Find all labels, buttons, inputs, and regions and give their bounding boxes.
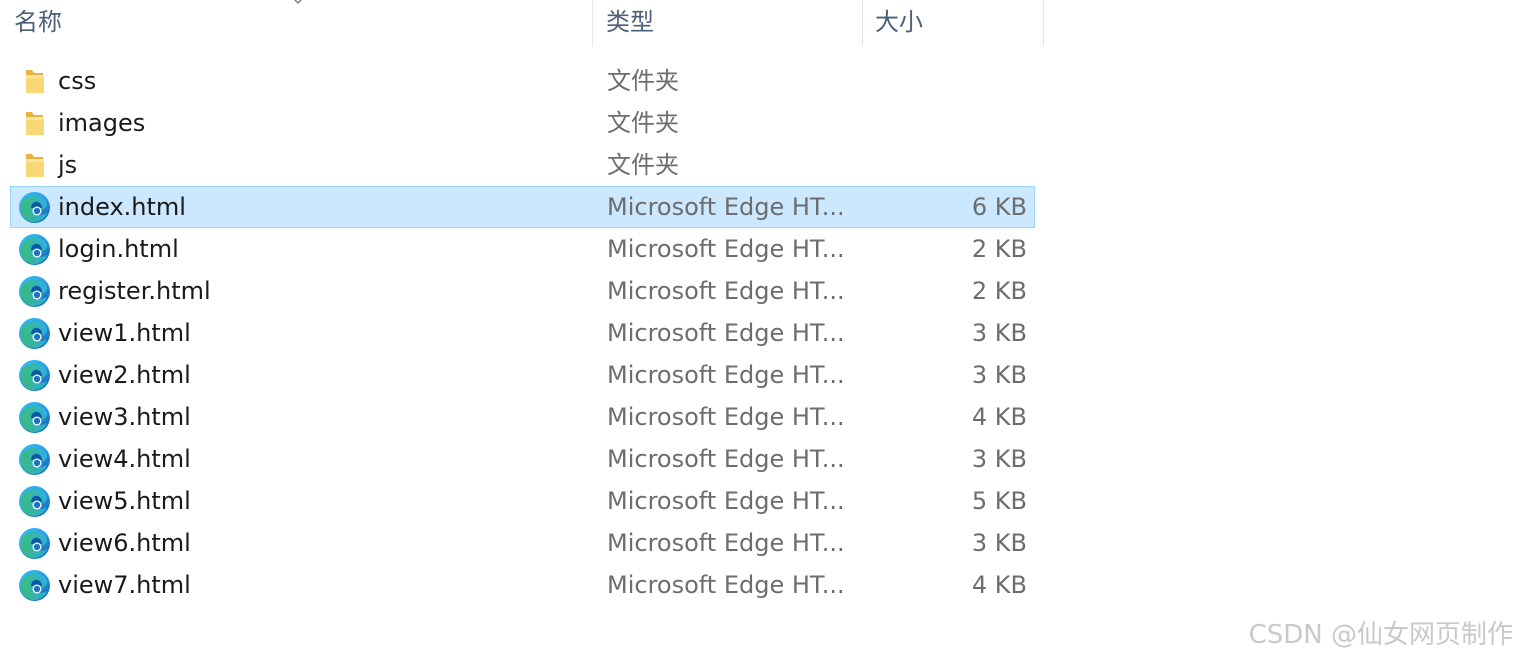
file-type: 文件夹 <box>607 109 679 137</box>
file-name: view7.html <box>58 571 191 599</box>
file-size: 3 KB <box>971 529 1027 557</box>
file-type: Microsoft Edge HT... <box>607 529 845 557</box>
file-name: view6.html <box>58 529 191 557</box>
file-size: 4 KB <box>971 571 1027 599</box>
file-name: js <box>58 151 78 179</box>
file-row[interactable]: view2.html Microsoft Edge HT... 3 KB <box>10 354 1035 396</box>
file-row[interactable]: view5.html Microsoft Edge HT... 5 KB <box>10 480 1035 522</box>
file-name: login.html <box>58 235 179 263</box>
folder-icon <box>18 107 51 140</box>
file-type: Microsoft Edge HT... <box>607 487 845 515</box>
file-type: Microsoft Edge HT... <box>607 319 845 347</box>
file-type: Microsoft Edge HT... <box>607 361 845 389</box>
file-row[interactable]: login.html Microsoft Edge HT... 2 KB <box>10 228 1035 270</box>
file-row[interactable]: view3.html Microsoft Edge HT... 4 KB <box>10 396 1035 438</box>
file-type: Microsoft Edge HT... <box>607 277 845 305</box>
edge-icon <box>18 443 51 476</box>
edge-icon <box>18 485 51 518</box>
column-header-size[interactable]: 大小 <box>863 0 1044 46</box>
edge-icon <box>18 233 51 266</box>
folder-icon <box>18 65 51 98</box>
file-size: 2 KB <box>971 277 1027 305</box>
file-row[interactable]: images 文件夹 <box>10 102 1035 144</box>
file-name: index.html <box>58 193 186 221</box>
file-name: view4.html <box>58 445 191 473</box>
file-name: view5.html <box>58 487 191 515</box>
file-row[interactable]: js 文件夹 <box>10 144 1035 186</box>
file-name: css <box>58 67 97 95</box>
file-size: 2 KB <box>971 235 1027 263</box>
file-size: 3 KB <box>971 361 1027 389</box>
file-type: Microsoft Edge HT... <box>607 571 845 599</box>
file-explorer-window: 名称 类型 大小 css 文件夹 images 文件夹 js 文件夹 index… <box>0 0 1519 661</box>
file-size: 4 KB <box>971 403 1027 431</box>
file-row[interactable]: index.html Microsoft Edge HT... 6 KB <box>10 186 1035 228</box>
file-type: Microsoft Edge HT... <box>607 403 845 431</box>
edge-icon <box>18 275 51 308</box>
edge-icon <box>18 569 51 602</box>
file-row[interactable]: css 文件夹 <box>10 60 1035 102</box>
edge-icon <box>18 401 51 434</box>
file-size: 3 KB <box>971 319 1027 347</box>
watermark: CSDN @仙女网页制作 <box>1248 620 1513 650</box>
file-type: 文件夹 <box>607 151 679 179</box>
edge-icon <box>18 191 51 224</box>
edge-icon <box>18 359 51 392</box>
file-name: register.html <box>58 277 211 305</box>
file-type: 文件夹 <box>607 67 679 95</box>
column-header-bar: 名称 类型 大小 <box>0 0 1044 46</box>
file-row[interactable]: view7.html Microsoft Edge HT... 4 KB <box>10 564 1035 606</box>
file-name: images <box>58 109 146 137</box>
file-size: 5 KB <box>971 487 1027 515</box>
file-type: Microsoft Edge HT... <box>607 193 845 221</box>
edge-icon <box>18 317 51 350</box>
edge-icon <box>18 527 51 560</box>
file-name: view1.html <box>58 319 191 347</box>
column-header-name[interactable]: 名称 <box>0 0 593 46</box>
folder-icon <box>18 149 51 182</box>
file-row[interactable]: view6.html Microsoft Edge HT... 3 KB <box>10 522 1035 564</box>
file-row[interactable]: view4.html Microsoft Edge HT... 3 KB <box>10 438 1035 480</box>
file-type: Microsoft Edge HT... <box>607 235 845 263</box>
file-size: 3 KB <box>971 445 1027 473</box>
file-name: view3.html <box>58 403 191 431</box>
column-header-type[interactable]: 类型 <box>593 0 863 46</box>
file-row[interactable]: register.html Microsoft Edge HT... 2 KB <box>10 270 1035 312</box>
file-name: view2.html <box>58 361 191 389</box>
file-size: 6 KB <box>971 193 1027 221</box>
file-row[interactable]: view1.html Microsoft Edge HT... 3 KB <box>10 312 1035 354</box>
file-type: Microsoft Edge HT... <box>607 445 845 473</box>
